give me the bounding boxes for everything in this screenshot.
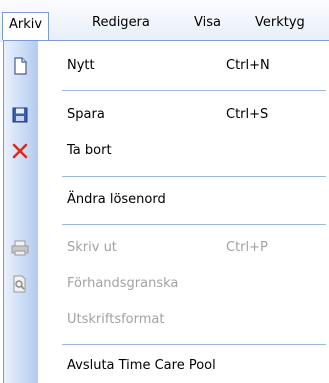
menu-item-ta-bort[interactable]: Ta bort	[4, 134, 329, 168]
menu-item-label: Skriv ut	[67, 240, 117, 255]
menu-visa[interactable]: Visa	[194, 13, 221, 33]
menu-item-utskriftsformat[interactable]: Utskriftsformat	[4, 303, 329, 337]
menu-bar: Arkiv Redigera Visa Verktyg	[0, 0, 329, 42]
menu-item-shortcut: Ctrl+N	[226, 58, 270, 73]
print-preview-icon	[10, 274, 30, 294]
menu-separator	[62, 90, 326, 91]
save-disk-icon	[10, 105, 30, 125]
arkiv-dropdown-menu: Nytt Ctrl+N Spara Ctrl+S Ta bort Ändra l…	[3, 40, 329, 383]
menu-item-label: Spara	[67, 107, 105, 122]
printer-icon	[10, 238, 30, 258]
menu-item-andra-losenord[interactable]: Ändra lösenord	[4, 183, 329, 217]
menu-redigera-label: Redigera	[92, 15, 150, 30]
menu-item-spara[interactable]: Spara Ctrl+S	[4, 98, 329, 132]
menu-separator	[62, 224, 326, 225]
menu-item-skriv-ut[interactable]: Skriv ut Ctrl+P	[4, 231, 329, 265]
menu-arkiv[interactable]: Arkiv	[2, 12, 50, 40]
new-document-icon	[10, 56, 30, 76]
menu-item-label: Avsluta Time Care Pool	[67, 358, 216, 373]
menu-item-nytt[interactable]: Nytt Ctrl+N	[4, 49, 329, 83]
menu-verktyg-label: Verktyg	[255, 15, 305, 30]
menu-redigera[interactable]: Redigera	[92, 13, 150, 33]
menu-item-shortcut: Ctrl+P	[226, 240, 268, 255]
menu-visa-label: Visa	[194, 15, 221, 30]
menu-item-label: Utskriftsformat	[67, 312, 165, 327]
menu-separator	[62, 344, 326, 345]
menu-item-avsluta[interactable]: Avsluta Time Care Pool	[4, 349, 329, 383]
menu-item-shortcut: Ctrl+S	[226, 107, 269, 122]
menu-arkiv-label: Arkiv	[9, 17, 43, 32]
menu-item-label: Ändra lösenord	[67, 192, 166, 207]
menu-item-label: Förhandsgranska	[67, 276, 179, 291]
menu-item-label: Nytt	[67, 58, 95, 73]
delete-x-icon	[10, 141, 30, 161]
menu-item-label: Ta bort	[67, 143, 112, 158]
menu-item-forhandsgranska[interactable]: Förhandsgranska	[4, 267, 329, 301]
menu-verktyg[interactable]: Verktyg	[255, 13, 305, 33]
menu-separator	[62, 176, 326, 177]
